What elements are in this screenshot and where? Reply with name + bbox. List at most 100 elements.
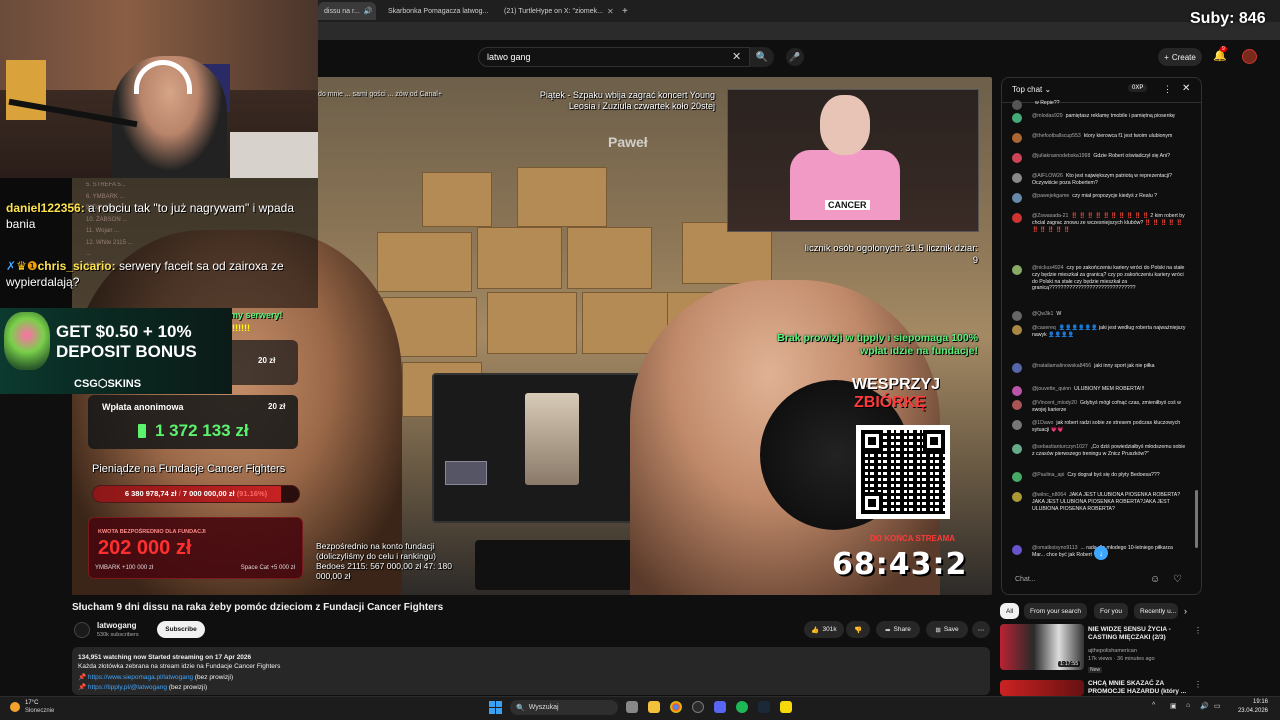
chat-avatar[interactable]	[1012, 265, 1022, 275]
chat-author[interactable]: @nataliamalinowska8456	[1032, 363, 1091, 369]
chat-author[interactable]: @nickus4924	[1032, 265, 1064, 271]
xp-badge[interactable]: 0XP	[1128, 84, 1148, 92]
chat-author[interactable]: @mlodas929	[1032, 113, 1063, 119]
volume-icon[interactable]: 🔊	[1200, 702, 1209, 710]
chat-avatar[interactable]	[1012, 100, 1022, 110]
chat-avatar[interactable]	[1012, 113, 1022, 123]
rec-thumbnail[interactable]	[1000, 680, 1084, 696]
chat-input[interactable]: Chat...	[1010, 571, 1160, 589]
chat-message: @wilnc_n8064 JAKA JEST ULUBIONA PIOSENKA …	[1012, 492, 1186, 512]
network-icon[interactable]: ⌂	[1186, 702, 1190, 709]
chat-avatar[interactable]	[1012, 386, 1022, 396]
create-button[interactable]: + Create	[1158, 48, 1202, 66]
search-input[interactable]: latwo gang	[478, 47, 750, 67]
chrome-icon[interactable]	[670, 701, 682, 713]
emoji-icon[interactable]: ☺	[1150, 574, 1160, 585]
clock-time[interactable]: 19:16	[1228, 699, 1268, 705]
share-button[interactable]: ➦ Share	[876, 621, 920, 638]
chat-author[interactable]: @Paulina_api	[1032, 472, 1064, 478]
top-chat-dropdown[interactable]: Top chat ⌄	[1012, 85, 1051, 94]
chat-author[interactable]: @juliakrasnodebska1998	[1032, 153, 1090, 159]
avatar[interactable]	[1242, 49, 1257, 64]
chat-avatar[interactable]	[1012, 472, 1022, 482]
tab-current[interactable]: dissu na r... 🔊 ✕	[318, 2, 376, 20]
app-icon[interactable]	[780, 701, 792, 713]
rec-title[interactable]: NIE WIDZĘ SENSU ŻYCIA - CASTING MIĘCZAKI…	[1088, 626, 1190, 642]
save-button[interactable]: ⊞ Save	[926, 621, 968, 638]
clock-date[interactable]: 23.04.2026	[1228, 708, 1268, 714]
file-explorer-icon[interactable]	[648, 701, 660, 713]
like-button[interactable]: 👍 301k	[804, 621, 844, 638]
chat-avatar[interactable]	[1012, 193, 1022, 203]
tab-twitter[interactable]: (21) TurtleHype on X: "ziomek... ✕	[494, 2, 616, 20]
taskbar-search[interactable]: 🔍 Wyszukaj	[510, 700, 618, 715]
chat-avatar[interactable]	[1012, 173, 1022, 183]
donor-amount: 20 zł	[268, 402, 286, 411]
mic-icon[interactable]: 🎤	[786, 48, 804, 66]
sun-icon[interactable]	[10, 702, 20, 712]
search-icon[interactable]: 🔍	[750, 47, 774, 67]
tv-head	[820, 95, 870, 155]
chat-author[interactable]: @Vincent_mlody20	[1032, 400, 1077, 406]
spotify-icon[interactable]	[736, 701, 748, 713]
dislike-button[interactable]: 👎	[846, 621, 870, 638]
windows-start-icon[interactable]	[489, 701, 502, 714]
description-link[interactable]: https://tipply.pl/@latwogang	[88, 684, 167, 691]
scroll-down-icon[interactable]: ↓	[1094, 546, 1108, 560]
chat-author[interactable]: @pawejekgame	[1032, 193, 1069, 199]
description-link[interactable]: https://www.siepomaga.pl/latwogang	[88, 674, 193, 681]
chevron-right-icon[interactable]: ›	[1184, 606, 1187, 616]
chip-recently[interactable]: Recently u...	[1134, 603, 1178, 619]
chat-message-body: @sebastianturczyn1027 „Co dziś powiedział…	[1032, 444, 1186, 458]
chip-for-you[interactable]: For you	[1094, 603, 1129, 619]
chat-avatar[interactable]	[1012, 325, 1022, 335]
steam-icon[interactable]	[758, 701, 770, 713]
more-vert-icon[interactable]: ⋮	[1194, 626, 1202, 635]
chat-author[interactable]: @1Dawo	[1032, 420, 1053, 426]
subscribe-button[interactable]: Subscribe	[157, 621, 205, 638]
chat-avatar[interactable]	[1012, 311, 1022, 321]
chat-author[interactable]: @thefootballscup553	[1032, 133, 1081, 139]
channel-name[interactable]: latwogang	[97, 621, 137, 630]
tab-skarbonka[interactable]: Skarbonka Pomagacza latwog... ✕	[378, 2, 490, 20]
discord-icon[interactable]	[714, 701, 726, 713]
chip-all[interactable]: All	[1000, 603, 1020, 619]
chat-avatar[interactable]	[1012, 420, 1022, 430]
tray-app-icon[interactable]: ▣	[1170, 702, 1177, 710]
chat-avatar[interactable]	[1012, 363, 1022, 373]
chevron-up-icon[interactable]: ^	[1152, 702, 1155, 709]
chat-author[interactable]: @sebastianturczyn1027	[1032, 444, 1088, 450]
chat-author[interactable]: @AIFLOW26	[1032, 173, 1063, 179]
chat-avatar[interactable]	[1012, 444, 1022, 454]
task-view-icon[interactable]	[626, 701, 638, 713]
chat-avatar[interactable]	[1012, 492, 1022, 502]
chat-author[interactable]: @casereq	[1032, 325, 1056, 331]
chat-author[interactable]: @Zswasada-21	[1032, 213, 1068, 219]
chevron-down-icon: ⌄	[1044, 85, 1052, 94]
new-tab-button[interactable]: +	[616, 2, 630, 20]
chat-avatar[interactable]	[1012, 213, 1022, 223]
chat-author[interactable]: @Qw3k1	[1032, 311, 1053, 317]
chip-from-search[interactable]: From your search	[1024, 603, 1087, 619]
close-icon[interactable]: ✕	[607, 7, 614, 16]
chat-avatar[interactable]	[1012, 545, 1022, 555]
rec-channel[interactable]: ajthepolishamerican	[1088, 648, 1137, 655]
close-icon[interactable]: ✕	[1182, 83, 1190, 94]
chat-author[interactable]: @omatkoisyno9113	[1032, 545, 1078, 551]
chat-scrollbar[interactable]	[1195, 490, 1198, 548]
more-button[interactable]: ⋯	[972, 621, 990, 638]
more-vert-icon[interactable]: ⋮	[1163, 84, 1172, 95]
chat-avatar[interactable]	[1012, 133, 1022, 143]
chat-avatar[interactable]	[1012, 153, 1022, 163]
clear-search-icon[interactable]: ✕	[732, 50, 741, 63]
heart-icon[interactable]: ♡	[1173, 574, 1182, 585]
chat-author[interactable]: @jouvette_quinn	[1032, 386, 1071, 392]
more-icon: ⋯	[977, 626, 985, 634]
channel-avatar[interactable]	[74, 622, 90, 638]
battery-tray-icon[interactable]: ▭	[1214, 702, 1221, 710]
obs-icon[interactable]	[692, 701, 704, 713]
more-vert-icon[interactable]: ⋮	[1194, 680, 1202, 689]
rec-title[interactable]: CHCĄ MNIE SKAZAĆ ZA PROMOCJE HAZARDU (kt…	[1088, 680, 1190, 696]
chat-author[interactable]: @wilnc_n8064	[1032, 492, 1066, 498]
chat-avatar[interactable]	[1012, 400, 1022, 410]
